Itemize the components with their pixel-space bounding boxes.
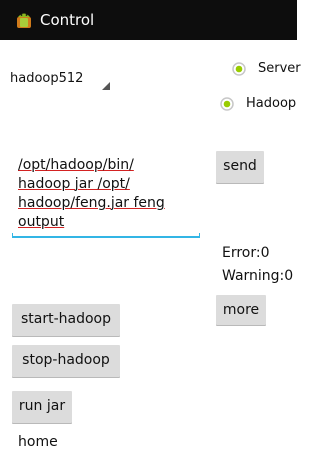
radio-hadoop-label: Hadoop	[246, 96, 297, 111]
app-title: Control	[40, 11, 95, 29]
send-button[interactable]: send	[216, 151, 264, 183]
android-icon	[17, 13, 31, 28]
input-underline-right	[199, 233, 200, 238]
home-label: home	[18, 434, 58, 450]
command-input[interactable]: /opt/hadoop/bin/ hadoop jar /opt/ hadoop…	[12, 156, 200, 238]
input-underline	[12, 236, 200, 238]
start-hadoop-button[interactable]: start-hadoop	[12, 304, 120, 336]
command-text: /opt/hadoop/bin/ hadoop jar /opt/ hadoop…	[18, 157, 165, 230]
radio-checked-icon	[232, 62, 246, 76]
action-bar: Control	[0, 0, 297, 40]
run-jar-button[interactable]: run jar	[12, 391, 72, 423]
radio-server-label: Server	[258, 61, 301, 76]
host-spinner[interactable]: hadoop512	[10, 64, 112, 94]
warning-count: Warning:0	[222, 268, 294, 284]
more-button[interactable]: more	[216, 295, 266, 325]
stop-hadoop-button[interactable]: stop-hadoop	[12, 345, 120, 377]
input-underline-left	[12, 233, 13, 238]
error-count: Error:0	[222, 245, 270, 261]
radio-checked-icon	[220, 97, 234, 111]
spinner-caret-icon	[102, 82, 110, 90]
spinner-value: hadoop512	[10, 71, 84, 86]
